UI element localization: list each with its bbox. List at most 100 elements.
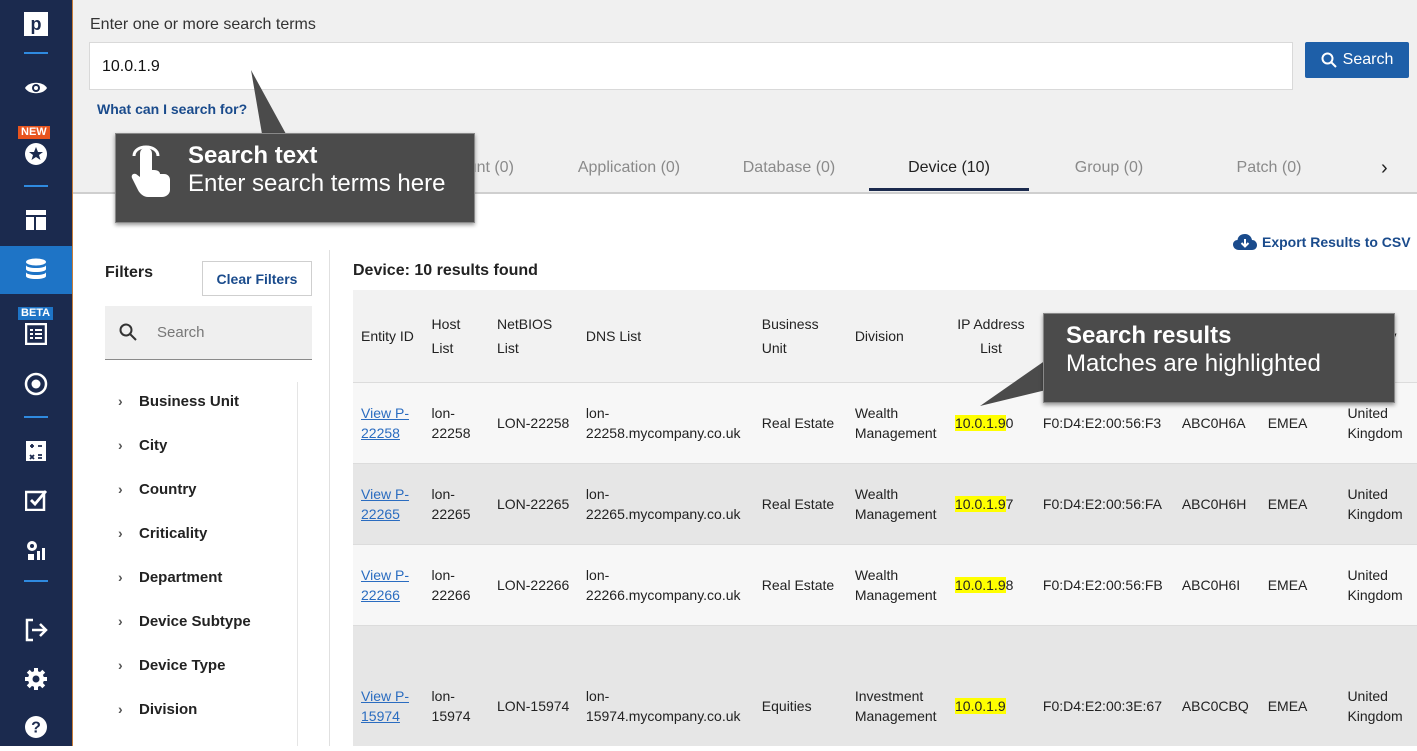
nav-item-search[interactable] xyxy=(0,246,72,294)
col-entity-id[interactable]: Entity ID xyxy=(353,290,424,383)
nav-item-calculator[interactable] xyxy=(0,427,72,475)
help-icon: ? xyxy=(25,716,47,738)
cell-serial: ABC0CBQ xyxy=(1173,625,1260,746)
search-button-label: Search xyxy=(1342,51,1394,68)
ip-match-highlight: 10.0.1.9 xyxy=(955,577,1006,593)
tab-device[interactable]: Device (10) xyxy=(869,145,1029,191)
filter-scrollbar[interactable] xyxy=(297,382,312,746)
chevron-right-icon: › xyxy=(118,481,123,497)
nav-item-watch[interactable] xyxy=(0,64,72,112)
search-button[interactable]: Search xyxy=(1305,42,1409,78)
entity-link[interactable]: View P-15974 xyxy=(361,688,409,724)
nav-item-settings[interactable] xyxy=(0,655,72,703)
filter-search-input[interactable]: Search xyxy=(105,306,312,360)
cell-serial: ABC0H6H xyxy=(1173,463,1260,545)
filter-item-criticality[interactable]: › Criticality xyxy=(105,518,207,548)
nav-item-favorites[interactable] xyxy=(0,130,72,178)
checklist-icon xyxy=(25,490,47,511)
cell-dns: lon-15974.mycompany.co.uk xyxy=(577,625,754,746)
filter-item-device-subtype[interactable]: › Device Subtype xyxy=(105,606,251,636)
cell-dns: lon-22266.mycompany.co.uk xyxy=(577,544,754,626)
entity-link[interactable]: View P-22265 xyxy=(361,486,409,522)
filter-item-label: Division xyxy=(139,700,198,718)
nav-item-help[interactable]: ? xyxy=(0,703,72,751)
filter-item-division[interactable]: › Division xyxy=(105,694,197,724)
tab-group[interactable]: Group (0) xyxy=(1029,145,1189,191)
cell-netbios: LON-22258 xyxy=(488,382,578,464)
clear-filters-button[interactable]: Clear Filters xyxy=(202,261,312,296)
tab-database[interactable]: Database (0) xyxy=(709,145,869,191)
nav-item-admin-tools[interactable] xyxy=(0,526,72,574)
nav-item-logout[interactable] xyxy=(0,606,72,654)
cell-netbios: LON-22265 xyxy=(488,463,578,545)
nav-item-tasks[interactable] xyxy=(0,476,72,524)
ip-rest: 0 xyxy=(1005,415,1014,431)
cell-mac: F0:D4:E2:00:56:FA xyxy=(1034,463,1174,545)
chevron-right-icon: › xyxy=(118,437,123,453)
tab-patch[interactable]: Patch (0) xyxy=(1189,145,1349,191)
filter-item-department[interactable]: › Department xyxy=(105,562,222,592)
filter-item-label: Department xyxy=(139,568,223,586)
calculator-icon xyxy=(26,441,46,461)
col-netbios-list[interactable]: NetBIOS List xyxy=(488,290,578,383)
cell-region: EMEA xyxy=(1259,463,1340,545)
tab-application[interactable]: Application (0) xyxy=(549,145,709,191)
ip-match-highlight: 10.0.1.9 xyxy=(955,496,1006,512)
ip-match-highlight: 10.0.1.9 xyxy=(955,698,1006,715)
database-icon xyxy=(26,258,46,279)
cell-country: United Kingdom xyxy=(1339,625,1417,746)
cell-region: EMEA xyxy=(1259,625,1340,746)
col-division[interactable]: Division xyxy=(846,290,947,383)
chevron-right-icon: › xyxy=(118,393,123,409)
entity-link[interactable]: View P-22266 xyxy=(361,567,409,603)
tabs-next-chevron-icon[interactable]: › xyxy=(1381,145,1388,191)
filter-item-device-type[interactable]: › Device Type xyxy=(105,650,225,680)
cell-division: Wealth Management xyxy=(846,463,947,545)
callout-pointer xyxy=(251,70,286,134)
cell-business-unit: Equities xyxy=(753,625,847,746)
nav-item-target[interactable] xyxy=(0,360,72,408)
filter-item-label: Device Subtype xyxy=(139,612,251,630)
col-dns-list[interactable]: DNS List xyxy=(577,290,754,383)
report-icon xyxy=(25,323,47,345)
app-logo[interactable]: p xyxy=(24,12,48,36)
table-row: View P-15974 lon-15974 LON-15974 lon-159… xyxy=(353,625,1417,746)
entity-link[interactable]: View P-22258 xyxy=(361,405,409,441)
eye-icon xyxy=(25,82,47,94)
cell-business-unit: Real Estate xyxy=(753,463,847,545)
chevron-right-icon: › xyxy=(118,613,123,629)
search-icon xyxy=(119,323,137,341)
dashboard-icon xyxy=(26,210,46,230)
cell-division: Wealth Management xyxy=(846,544,947,626)
filter-item-label: Device Type xyxy=(139,656,226,674)
filter-item-business-unit[interactable]: › Business Unit xyxy=(105,386,239,416)
cell-division: Investment Management xyxy=(846,625,947,746)
filter-list: › Business Unit › City › Country › Criticali… xyxy=(105,380,297,746)
search-text-callout: Search text Enter search terms here xyxy=(115,133,475,223)
nav-item-reports[interactable] xyxy=(0,310,72,358)
callout-title: Search results xyxy=(1066,322,1232,349)
cell-mac: F0:D4:E2:00:56:FB xyxy=(1034,544,1174,626)
export-csv-link[interactable]: Export Results to CSV xyxy=(1233,233,1411,251)
settings-tools-icon xyxy=(27,541,45,560)
filter-item-city[interactable]: › City xyxy=(105,430,167,460)
cell-business-unit: Real Estate xyxy=(753,544,847,626)
cell-ip: 10.0.1.97 xyxy=(947,463,1035,545)
search-icon xyxy=(1321,52,1337,68)
nav-separator xyxy=(24,185,48,187)
search-help-link[interactable]: What can I search for? xyxy=(97,101,247,117)
chevron-right-icon: › xyxy=(118,701,123,717)
filter-search-placeholder: Search xyxy=(157,324,205,341)
filters-title: Filters xyxy=(105,264,154,281)
table-row: View P-22265 lon-22265 LON-22265 lon-222… xyxy=(353,463,1417,545)
chevron-right-icon: › xyxy=(118,569,123,585)
search-label: Enter one or more search terms xyxy=(90,16,316,33)
cell-dns: lon-22265.mycompany.co.uk xyxy=(577,463,754,545)
callout-title: Search text xyxy=(188,142,318,169)
panel-divider xyxy=(329,250,330,746)
filter-item-country[interactable]: › Country xyxy=(105,474,197,504)
nav-item-dashboard[interactable] xyxy=(0,196,72,244)
cell-netbios: LON-22266 xyxy=(488,544,578,626)
col-business-unit[interactable]: Business Unit xyxy=(753,290,847,383)
col-host-list[interactable]: Host List xyxy=(423,290,489,383)
